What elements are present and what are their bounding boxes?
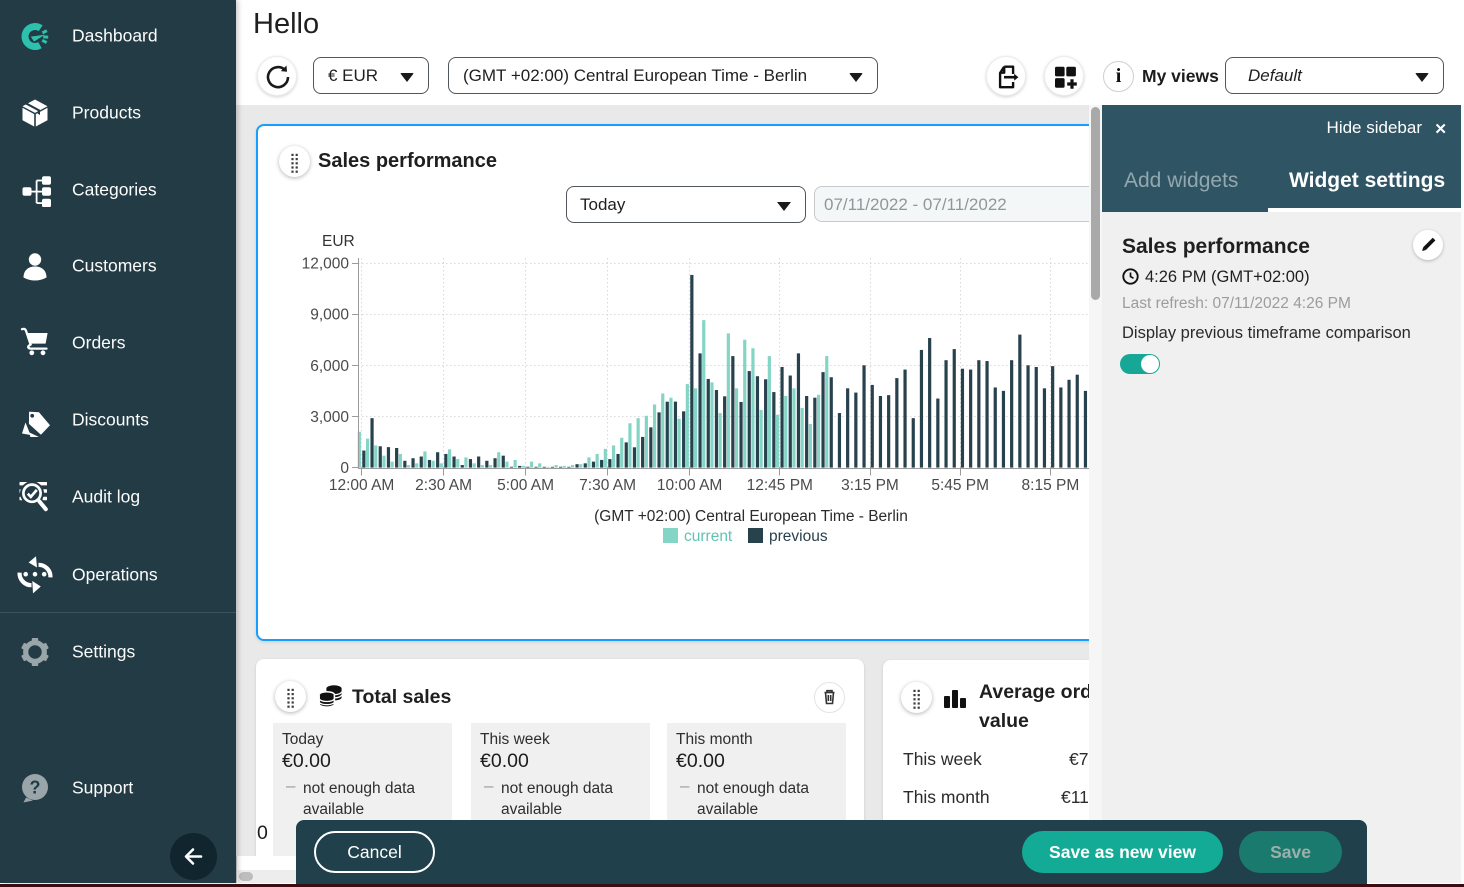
svg-text:5:00 AM: 5:00 AM (497, 477, 554, 494)
svg-text:2:30 AM: 2:30 AM (415, 477, 472, 494)
svg-text:12:00 AM: 12:00 AM (329, 477, 395, 494)
svg-text:5:45 PM: 5:45 PM (931, 477, 989, 494)
svg-text:12,000: 12,000 (302, 256, 350, 273)
svg-text:previous: previous (769, 528, 828, 545)
svg-text:?: ? (30, 778, 41, 798)
svg-text:6,000: 6,000 (310, 358, 349, 375)
svg-text:0: 0 (340, 460, 349, 477)
svg-text:12:45 PM: 12:45 PM (747, 477, 813, 494)
svg-text:7:30 AM: 7:30 AM (579, 477, 636, 494)
svg-text:3,000: 3,000 (310, 409, 349, 426)
svg-text:current: current (684, 528, 733, 545)
svg-text:(GMT +02:00) Central European: (GMT +02:00) Central European Time - Ber… (594, 508, 908, 525)
svg-text:3:15 PM: 3:15 PM (841, 477, 899, 494)
svg-text:9,000: 9,000 (310, 307, 349, 324)
svg-text:EUR: EUR (322, 233, 355, 250)
svg-text:10:00 AM: 10:00 AM (657, 477, 723, 494)
svg-text:8:15 PM: 8:15 PM (1022, 477, 1080, 494)
